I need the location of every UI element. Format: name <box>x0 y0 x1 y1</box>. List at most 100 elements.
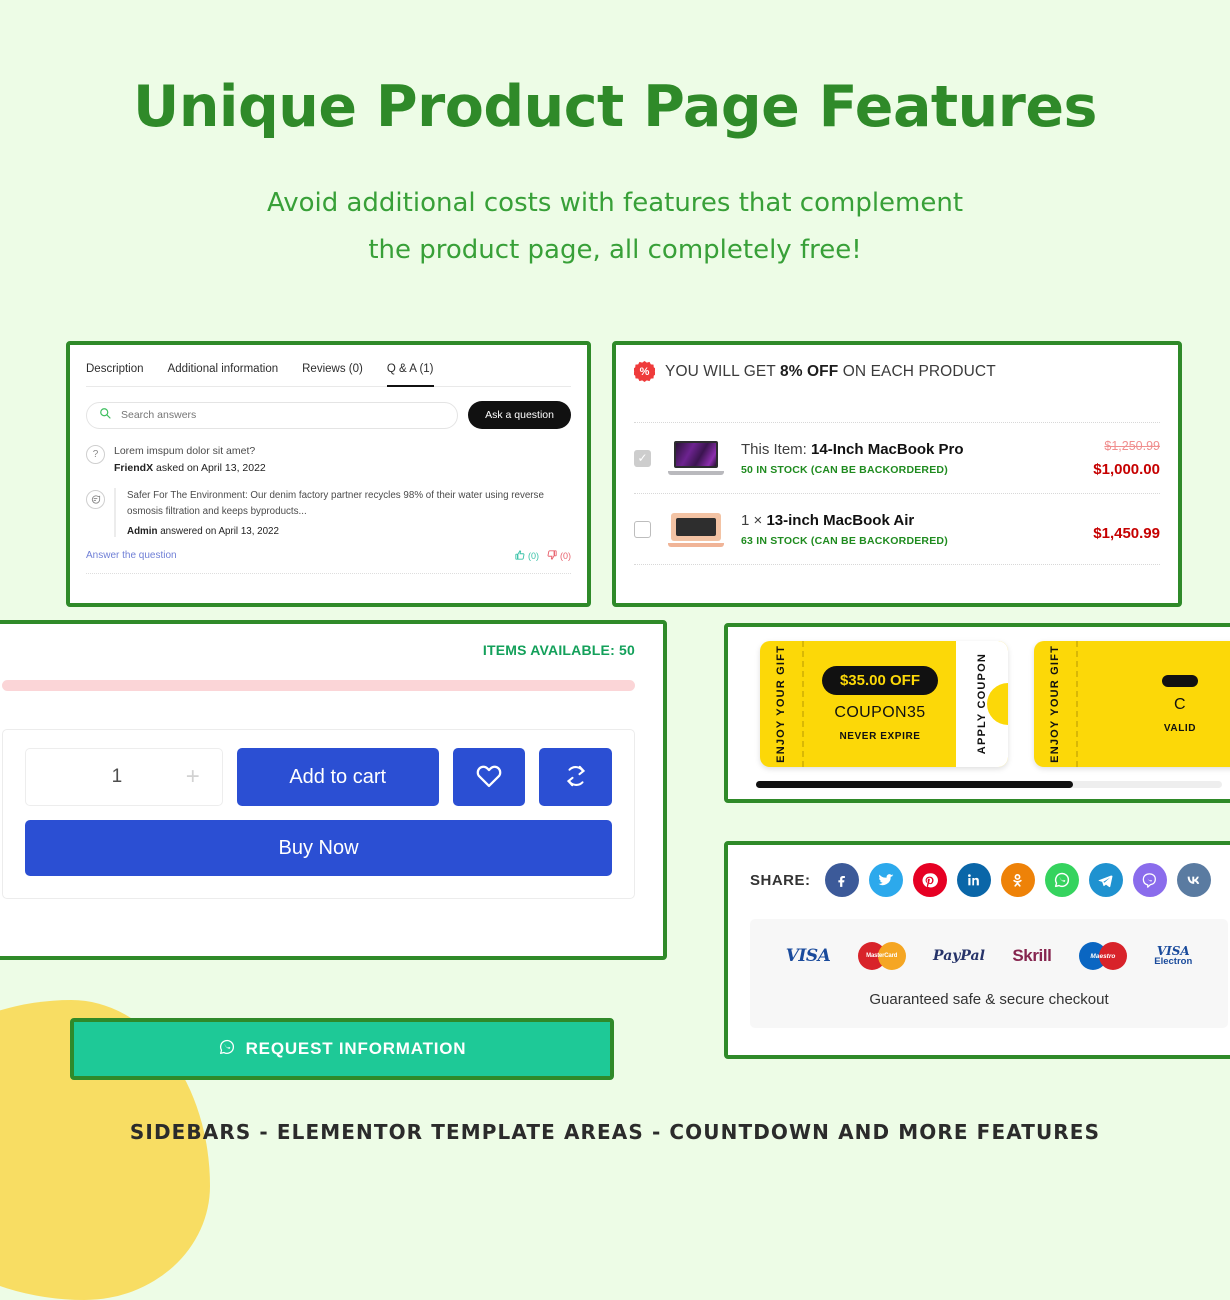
question-date: asked on April 13, 2022 <box>156 462 266 475</box>
page-title: Unique Product Page Features <box>133 74 1097 140</box>
tab-qa[interactable]: Q & A (1) <box>386 363 434 387</box>
facebook-icon[interactable] <box>824 863 859 897</box>
coupon-gift-label-1: ENJOY YOUR GIFT <box>775 645 787 763</box>
answer-the-question-link[interactable]: Answer the question <box>86 550 177 561</box>
whatsapp-icon[interactable] <box>1044 863 1079 897</box>
telegram-icon[interactable] <box>1088 863 1123 897</box>
coupon-side-label-1: ENJOY YOUR GIFT <box>760 641 804 767</box>
bundle-item-checkbox-1[interactable]: ✓ <box>634 449 651 467</box>
thumbs-down-icon <box>547 549 557 562</box>
page-subtitle: Avoid additional costs with features tha… <box>266 187 964 265</box>
coupon-card-2[interactable]: ENJOY YOUR GIFT C VALID <box>1034 641 1230 767</box>
coupon-body-1: $35.00 OFF COUPON35 NEVER EXPIRE <box>804 641 956 767</box>
odnoklassniki-icon[interactable] <box>1000 863 1035 897</box>
request-information-button[interactable]: REQUEST INFORMATION <box>70 1018 614 1080</box>
coupon-body-2: C VALID <box>1078 641 1230 767</box>
qa-answer: Safer For The Environment: Our denim fac… <box>86 487 571 537</box>
bundle-item-title-1: This Item: 14-Inch MacBook Pro <box>741 441 1079 458</box>
tab-description[interactable]: Description <box>86 363 144 377</box>
bundle-item-price-2: $1,450.99 <box>1093 524 1160 542</box>
coupon-scrollbar-thumb[interactable] <box>756 781 1073 788</box>
coupon-expiry-1: NEVER EXPIRE <box>839 731 921 742</box>
macbook-air-thumbnail <box>665 509 727 549</box>
qa-search-row: Ask a question <box>86 401 571 429</box>
bundle-headline-discount: 8% OFF <box>780 362 839 380</box>
skrill-logo: Skrill <box>1012 946 1052 965</box>
coupon-carousel-panel: ENJOY YOUR GIFT $35.00 OFF COUPON35 NEVE… <box>724 623 1230 803</box>
qa-search-box[interactable] <box>86 401 459 429</box>
coupon-track: ENJOY YOUR GIFT $35.00 OFF COUPON35 NEVE… <box>728 641 1230 767</box>
bundle-headline-text: YOU WILL GET 8% OFF ON EACH PRODUCT <box>665 363 996 381</box>
secure-checkout-note: Guaranteed safe & secure checkout <box>869 991 1109 1008</box>
bundle-headline: % YOU WILL GET 8% OFF ON EACH PRODUCT <box>634 361 1160 382</box>
qa-question: ? Lorem imspum dolor sit amet? FriendX a… <box>86 443 571 478</box>
search-icon <box>99 406 111 424</box>
coupon-amount-2 <box>1162 674 1198 687</box>
share-and-payment-panel: SHARE: VISA MasterCard PayPal Skrill Mae… <box>724 841 1230 1059</box>
tab-additional-information[interactable]: Additional information <box>168 363 279 377</box>
question-meta: FriendX asked on April 13, 2022 <box>114 460 266 477</box>
visa-logo: VISA <box>785 946 831 966</box>
whatsapp-icon <box>218 1038 236 1061</box>
macbook-pro-thumbnail <box>665 438 727 478</box>
bundle-item-prefix-2: 1 × <box>741 511 767 529</box>
stock-progress-bar <box>2 680 635 691</box>
linkedin-icon[interactable] <box>956 863 991 897</box>
vote-up-button[interactable]: (0) <box>515 549 539 562</box>
add-to-cart-button[interactable]: Add to cart <box>236 748 439 806</box>
answer-author: Admin <box>127 525 158 537</box>
paypal-logo: PayPal <box>933 948 985 964</box>
share-row: SHARE: <box>750 863 1228 897</box>
quantity-stepper[interactable]: 1 + <box>25 748 223 806</box>
apply-coupon-button-1[interactable]: APPLY COUPON <box>956 641 1008 767</box>
bundle-item-stock-2: 63 IN STOCK (CAN BE BACKORDERED) <box>741 534 948 547</box>
ask-a-question-button[interactable]: Ask a question <box>468 401 571 429</box>
frequently-bought-bundle-panel: % YOU WILL GET 8% OFF ON EACH PRODUCT ✓ … <box>612 341 1182 607</box>
coupon-gift-label-2: ENJOY YOUR GIFT <box>1049 645 1061 763</box>
coupon-scrollbar[interactable] <box>756 781 1222 788</box>
question-mark-icon: ? <box>86 445 105 464</box>
cart-actions-box: 1 + Add to cart Buy Now <box>2 729 635 899</box>
quantity-increment-button[interactable]: + <box>186 765 200 789</box>
coupon-code-2: C <box>1174 695 1186 713</box>
coupon-card-1[interactable]: ENJOY YOUR GIFT $35.00 OFF COUPON35 NEVE… <box>760 641 1008 767</box>
thumbs-up-icon <box>515 549 525 562</box>
speech-bubble-icon <box>86 489 105 509</box>
bundle-item-name-1: 14-Inch MacBook Pro <box>811 440 964 458</box>
wishlist-button[interactable] <box>452 748 526 806</box>
quantity-value[interactable]: 1 <box>48 766 186 788</box>
heart-icon <box>475 762 503 793</box>
apply-coupon-label-1: APPLY COUPON <box>976 653 988 755</box>
items-available-label: ITEMS AVAILABLE: 50 <box>482 642 635 658</box>
bundle-item-old-price-1: $1,250.99 <box>1104 438 1160 453</box>
pinterest-icon[interactable] <box>912 863 947 897</box>
coupon-code-1: COUPON35 <box>834 704 926 721</box>
coupon-expiry-2: VALID <box>1163 722 1197 734</box>
bundle-headline-suffix: ON EACH PRODUCT <box>838 362 996 380</box>
share-label: SHARE: <box>750 871 811 889</box>
coupon-amount-1: $35.00 OFF <box>821 666 939 695</box>
footer-caption: SIDEBARS - ELEMENTOR TEMPLATE AREAS - CO… <box>129 1120 1101 1144</box>
answer-text: Safer For The Environment: Our denim fac… <box>127 489 544 518</box>
compare-refresh-icon <box>563 763 589 792</box>
add-to-cart-panel: ITEMS AVAILABLE: 50 1 + Add to cart Buy … <box>0 620 667 960</box>
tab-reviews[interactable]: Reviews (0) <box>302 363 363 377</box>
bundle-item-checkbox-2[interactable] <box>634 520 651 538</box>
qa-footer: Answer the question (0) (0) <box>86 549 571 574</box>
bundle-item-stock-1: 50 IN STOCK (CAN BE BACKORDERED) <box>741 463 948 476</box>
vote-up-count: (0) <box>528 550 539 561</box>
question-text: Lorem imspum dolor sit amet? <box>114 445 256 457</box>
question-author: FriendX <box>114 462 154 475</box>
table-row: 1 × 13-inch MacBook Air 63 IN STOCK (CAN… <box>634 493 1160 565</box>
buy-now-button[interactable]: Buy Now <box>25 820 612 876</box>
payment-methods-box: VISA MasterCard PayPal Skrill Maestro VI… <box>750 919 1228 1028</box>
twitter-icon[interactable] <box>868 863 903 897</box>
compare-button[interactable] <box>539 748 612 806</box>
bundle-headline-prefix: YOU WILL GET <box>665 362 780 380</box>
vote-down-button[interactable]: (0) <box>547 549 571 562</box>
search-input[interactable] <box>119 408 446 422</box>
answer-meta: Admin answered on April 13, 2022 <box>127 526 571 537</box>
viber-icon[interactable] <box>1132 863 1167 897</box>
hero-section: Unique Product Page Features Avoid addit… <box>0 0 1230 273</box>
vk-icon[interactable] <box>1176 863 1211 897</box>
